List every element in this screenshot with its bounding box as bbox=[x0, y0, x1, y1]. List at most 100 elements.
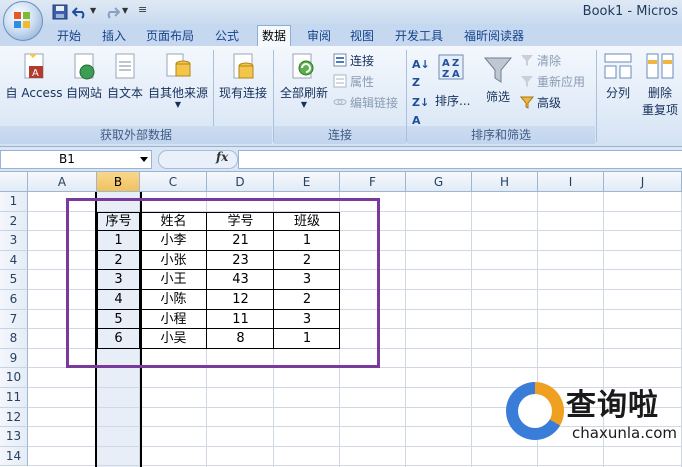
column-header-e[interactable]: E bbox=[274, 172, 340, 192]
tab-page-layout[interactable]: 页面布局 bbox=[146, 27, 194, 45]
svg-text:A: A bbox=[442, 58, 450, 69]
ribbon-tabs: 开始 插入 页面布局 公式 数据 审阅 视图 开发工具 福昕阅读器 bbox=[0, 24, 682, 47]
column-header-j[interactable]: J bbox=[604, 172, 682, 192]
from-web-button[interactable]: 自网站 bbox=[64, 48, 104, 101]
row-header-2[interactable]: 2 bbox=[0, 211, 28, 232]
svg-text:Z: Z bbox=[452, 58, 459, 69]
undo-icon[interactable] bbox=[72, 4, 88, 20]
clear-button[interactable]: 清除 bbox=[520, 52, 561, 70]
insert-function-button[interactable]: fx bbox=[216, 150, 228, 164]
dropdown-arrow-icon: ▼ bbox=[174, 100, 182, 109]
filter-label: 筛选 bbox=[485, 90, 510, 104]
group-label-sort-filter: 排序和筛选 bbox=[407, 126, 595, 144]
properties-label: 属性 bbox=[350, 75, 375, 89]
office-button[interactable] bbox=[3, 1, 43, 41]
row-header-4[interactable]: 4 bbox=[0, 250, 28, 271]
clear-label: 清除 bbox=[537, 54, 562, 68]
sort-az-grid-button[interactable]: A Z Z A bbox=[436, 52, 466, 82]
tab-formulas[interactable]: 公式 bbox=[215, 27, 239, 45]
row-header-5[interactable]: 5 bbox=[0, 270, 28, 290]
tab-insert[interactable]: 插入 bbox=[102, 27, 126, 45]
redo-dropdown-icon[interactable]: ▼ bbox=[122, 6, 128, 15]
connections-label: 连接 bbox=[350, 54, 375, 68]
column-header-g[interactable]: G bbox=[406, 172, 472, 192]
advanced-label: 高级 bbox=[537, 96, 562, 110]
text-file-icon bbox=[115, 53, 135, 79]
column-header-i[interactable]: I bbox=[538, 172, 604, 192]
remove-duplicates-button[interactable]: 删除 重复项 bbox=[640, 48, 680, 118]
from-text-button[interactable]: 自文本 bbox=[105, 48, 145, 101]
column-header-a[interactable]: A bbox=[28, 172, 97, 192]
reapply-icon bbox=[521, 76, 533, 87]
chaxunla-logo-inner bbox=[518, 394, 552, 428]
edit-links-icon bbox=[333, 99, 347, 105]
save-icon[interactable] bbox=[52, 4, 68, 20]
from-access-button[interactable]: A 自 Access bbox=[4, 48, 64, 101]
row-header-3[interactable]: 3 bbox=[0, 231, 28, 251]
formula-bar: B1 fx bbox=[0, 147, 682, 172]
advanced-button[interactable]: 高级 bbox=[520, 94, 561, 112]
row-header-6[interactable]: 6 bbox=[0, 290, 28, 310]
properties-icon bbox=[333, 74, 347, 88]
remove-duplicates-icon bbox=[646, 53, 674, 79]
column-header-f[interactable]: F bbox=[340, 172, 406, 192]
row-header-13[interactable]: 13 bbox=[0, 427, 28, 447]
sort-button[interactable]: 排序... bbox=[435, 92, 470, 110]
row-header-12[interactable]: 12 bbox=[0, 407, 28, 428]
undo-dropdown-icon[interactable]: ▼ bbox=[90, 6, 96, 15]
existing-connections-icon bbox=[233, 53, 254, 79]
tab-home[interactable]: 开始 bbox=[57, 27, 81, 45]
sort-descending-button[interactable]: Z↓ A bbox=[412, 94, 429, 127]
refresh-all-button[interactable]: 全部刷新 ▼ bbox=[276, 48, 332, 109]
column-header-b[interactable]: B bbox=[97, 172, 140, 192]
gridline-horizontal bbox=[28, 445, 682, 447]
tab-data[interactable]: 数据 bbox=[257, 25, 292, 47]
sort-ascending-button[interactable]: A↓ Z bbox=[412, 56, 430, 89]
tab-view[interactable]: 视图 bbox=[350, 27, 374, 45]
other-sources-icon bbox=[166, 53, 191, 77]
column-header-c[interactable]: C bbox=[140, 172, 207, 192]
sort-label: 排序... bbox=[435, 94, 471, 108]
column-header-d[interactable]: D bbox=[207, 172, 274, 192]
tab-review[interactable]: 审阅 bbox=[307, 27, 331, 45]
row-header-7[interactable]: 7 bbox=[0, 309, 28, 330]
formula-input[interactable] bbox=[238, 150, 682, 169]
tab-developer[interactable]: 开发工具 bbox=[395, 27, 443, 45]
sort-ascending-icon: A↓ Z bbox=[412, 58, 430, 89]
remove-duplicates-label-2: 重复项 bbox=[641, 103, 678, 117]
name-box[interactable]: B1 bbox=[0, 150, 152, 169]
office-logo-icon bbox=[14, 12, 30, 28]
svg-text:Z: Z bbox=[442, 69, 449, 80]
row-header-14[interactable]: 14 bbox=[0, 446, 28, 467]
existing-connections-label: 现有连接 bbox=[218, 86, 267, 100]
ribbon: A 自 Access 自网站 自文本 自其他来源 ▼ 现有连接 获取外部数据 全… bbox=[0, 46, 682, 147]
filter-button[interactable]: 筛选 bbox=[480, 52, 516, 105]
edit-links-button[interactable]: 编辑链接 bbox=[333, 94, 398, 112]
row-header-10[interactable]: 10 bbox=[0, 368, 28, 388]
divider bbox=[596, 50, 597, 142]
row-header-11[interactable]: 11 bbox=[0, 388, 28, 408]
text-to-columns-button[interactable]: 分列 bbox=[600, 48, 636, 101]
reapply-label: 重新应用 bbox=[537, 75, 586, 89]
name-box-dropdown-icon[interactable] bbox=[140, 157, 148, 162]
table-highlight-outline bbox=[66, 198, 380, 368]
filter-funnel-icon bbox=[483, 57, 513, 83]
sort-descending-icon: Z↓ A bbox=[412, 96, 430, 127]
row-header-1[interactable]: 1 bbox=[0, 192, 28, 212]
watermark-subtitle: chaxunla.com bbox=[572, 424, 677, 442]
row-header-9[interactable]: 9 bbox=[0, 348, 28, 369]
from-access-label: 自 Access bbox=[5, 86, 63, 100]
connections-button[interactable]: 连接 bbox=[333, 52, 374, 70]
redo-icon[interactable] bbox=[104, 4, 120, 20]
column-header-h[interactable]: H bbox=[472, 172, 538, 192]
tab-foxit-reader[interactable]: 福昕阅读器 bbox=[464, 27, 524, 45]
from-other-sources-label: 自其他来源 bbox=[147, 86, 208, 100]
row-header-8[interactable]: 8 bbox=[0, 329, 28, 349]
properties-button[interactable]: 属性 bbox=[333, 73, 374, 91]
customize-qat-icon[interactable]: ≡ bbox=[138, 3, 147, 16]
select-all-corner[interactable] bbox=[0, 172, 28, 192]
reapply-button[interactable]: 重新应用 bbox=[520, 73, 585, 91]
svg-text:A: A bbox=[452, 69, 460, 80]
from-other-sources-button[interactable]: 自其他来源 ▼ bbox=[146, 48, 210, 109]
existing-connections-button[interactable]: 现有连接 bbox=[216, 48, 270, 101]
